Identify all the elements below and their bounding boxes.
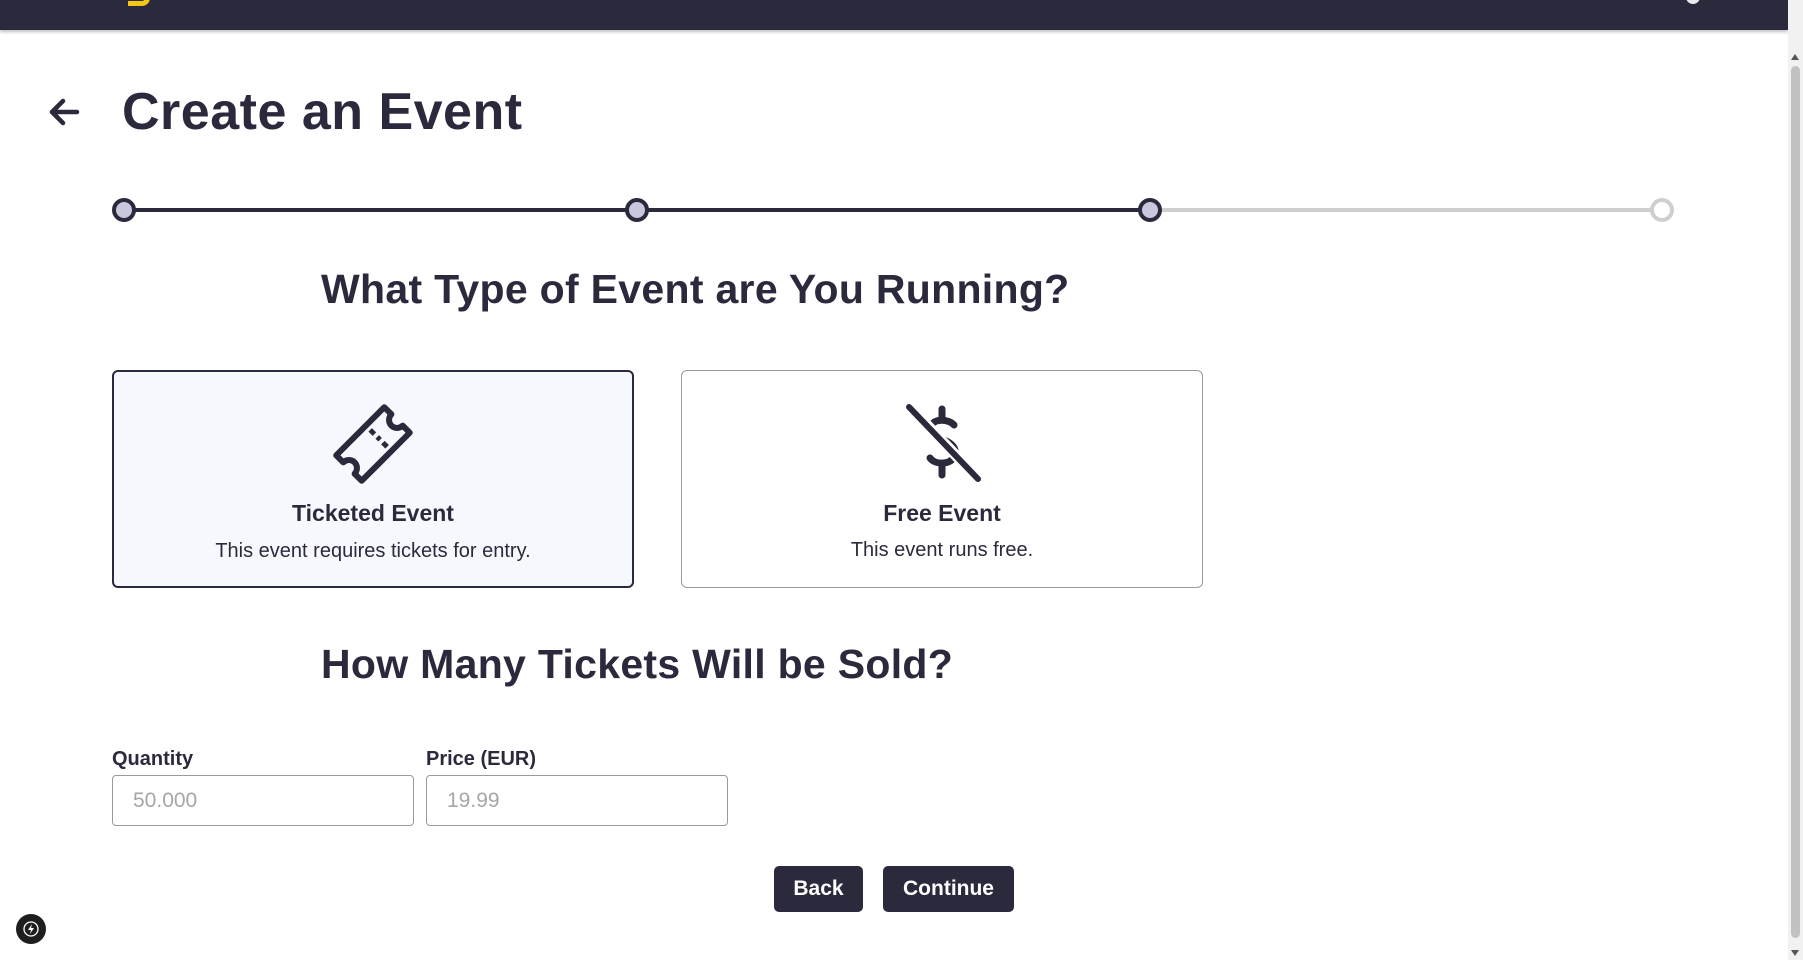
quantity-input[interactable] bbox=[112, 775, 414, 826]
user-avatar[interactable] bbox=[1686, 0, 1700, 4]
back-arrow-icon[interactable] bbox=[44, 92, 84, 132]
quantity-label: Quantity bbox=[112, 748, 194, 770]
page-title: Create an Event bbox=[122, 83, 523, 141]
top-nav-bar bbox=[0, 0, 1788, 30]
ticket-icon bbox=[114, 396, 632, 488]
free-event-title: Free Event bbox=[883, 500, 1001, 526]
stepper-step-3 bbox=[1138, 198, 1162, 222]
scrollbar-thumb[interactable] bbox=[1791, 66, 1800, 938]
ticketed-event-title: Ticketed Event bbox=[292, 500, 454, 526]
free-event-card[interactable]: Free Event This event runs free. bbox=[681, 370, 1203, 588]
tickets-question: How Many Tickets Will be Sold? bbox=[321, 641, 954, 687]
free-event-description: This event runs free. bbox=[850, 539, 1034, 561]
price-input[interactable] bbox=[426, 775, 728, 826]
event-type-question: What Type of Event are You Running? bbox=[321, 266, 1070, 312]
stepper-line-pending bbox=[1152, 208, 1664, 212]
back-button[interactable]: Back bbox=[774, 866, 863, 912]
stepper-step-2 bbox=[625, 198, 649, 222]
page-scrollbar[interactable] bbox=[1788, 0, 1803, 960]
progress-stepper bbox=[112, 198, 1674, 222]
bolt-icon[interactable] bbox=[16, 914, 46, 944]
no-dollar-icon bbox=[682, 395, 1202, 487]
ticketed-event-description: This event requires tickets for entry. bbox=[215, 540, 531, 562]
stepper-step-4 bbox=[1650, 198, 1674, 222]
continue-button[interactable]: Continue bbox=[883, 866, 1014, 912]
scroll-down-arrow-icon[interactable] bbox=[1791, 950, 1799, 956]
stepper-step-1 bbox=[112, 198, 136, 222]
scroll-up-arrow-icon[interactable] bbox=[1791, 54, 1799, 60]
brand-logo[interactable] bbox=[128, 0, 150, 6]
price-label: Price (EUR) bbox=[426, 748, 537, 770]
ticketed-event-card[interactable]: Ticketed Event This event requires ticke… bbox=[112, 370, 634, 588]
page-header: Create an Event bbox=[44, 82, 523, 142]
